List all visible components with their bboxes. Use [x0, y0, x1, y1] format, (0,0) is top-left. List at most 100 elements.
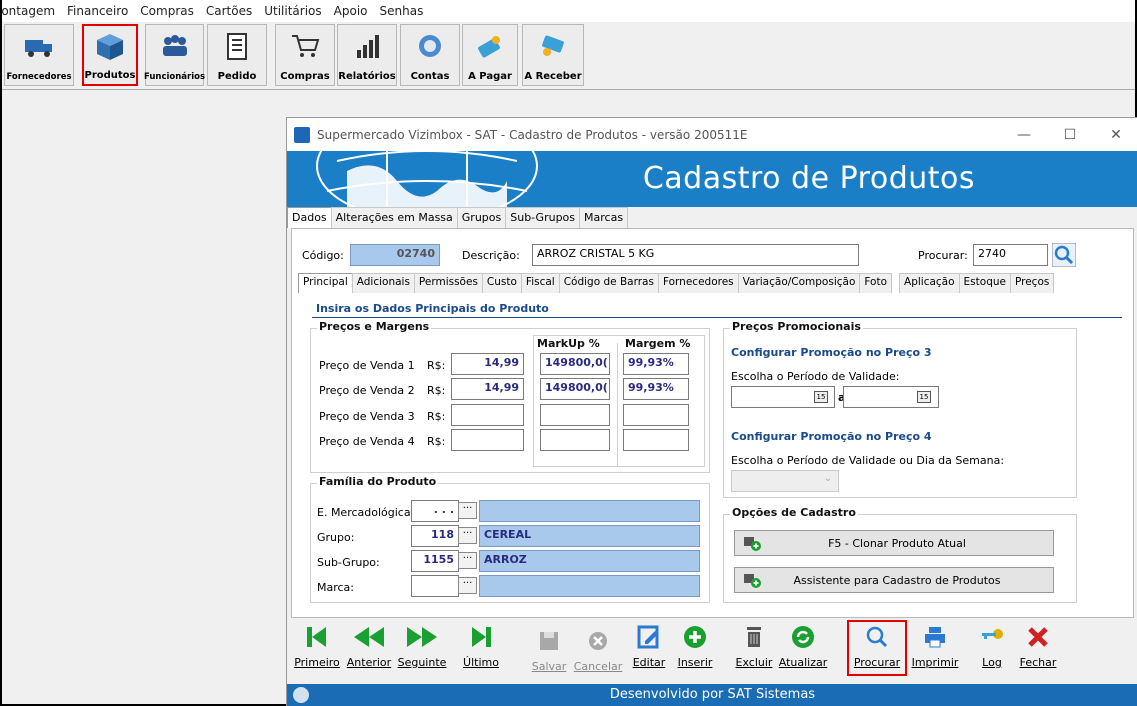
opcoes-title: Opções de Cadastro: [730, 506, 858, 519]
preco3-field[interactable]: [451, 404, 524, 426]
calendar-icon[interactable]: 15: [917, 391, 931, 403]
menu-montagem[interactable]: lontagem: [0, 4, 61, 18]
menu-cartoes[interactable]: Cartões: [200, 4, 258, 18]
tab-precos[interactable]: Preços: [1009, 273, 1055, 293]
marca-name: [479, 575, 700, 597]
excluir-button[interactable]: Excluir: [734, 624, 774, 669]
window-titlebar[interactable]: Supermercado Vizimbox - SAT - Cadastro d…: [287, 118, 1137, 151]
procurar-button[interactable]: Procurar: [847, 620, 907, 676]
toolbar-produtos-button[interactable]: Produtos: [82, 24, 138, 86]
margem4-field[interactable]: [623, 429, 689, 451]
menu-financeiro[interactable]: Financeiro: [61, 4, 134, 18]
margem2-field[interactable]: 99,93%: [623, 378, 689, 400]
tab-foto[interactable]: Foto: [859, 273, 893, 293]
preco1-field[interactable]: 14,99: [451, 353, 524, 375]
toolbar-contas-button[interactable]: Contas: [400, 24, 460, 86]
section-divider: [312, 317, 1122, 318]
promo-group: Preços Promocionais Configurar Promoção …: [723, 320, 1077, 498]
descricao-field[interactable]: ARROZ CRISTAL 5 KG: [532, 244, 859, 266]
status-footer: Desenvolvido por SAT Sistemas: [287, 684, 1137, 706]
seguinte-button[interactable]: Seguinte: [396, 624, 448, 669]
first-icon: [307, 627, 326, 647]
tab-custo[interactable]: Custo: [481, 273, 522, 293]
markup3-field[interactable]: [540, 404, 610, 426]
preco4-field[interactable]: [451, 429, 524, 451]
markup1-field[interactable]: 149800,0(: [540, 353, 610, 375]
preco2-cur: R$:: [427, 384, 446, 397]
menu-utilitarios[interactable]: Utilitários: [258, 4, 327, 18]
primeiro-label: Primeiro: [294, 656, 340, 669]
tab-grupos[interactable]: Grupos: [456, 207, 507, 228]
tab-dados[interactable]: Dados: [287, 207, 332, 228]
maximize-button[interactable]: ☐: [1047, 124, 1093, 146]
tab-estoque[interactable]: Estoque: [958, 273, 1011, 293]
inserir-button[interactable]: Inserir: [675, 624, 715, 669]
imprimir-button[interactable]: Imprimir: [911, 624, 959, 669]
markup4-field[interactable]: [540, 429, 610, 451]
clipboard-icon: [227, 33, 247, 60]
menu-senhas[interactable]: Senhas: [374, 4, 430, 18]
editar-button[interactable]: Editar: [629, 624, 669, 669]
preco2-field[interactable]: 14,99: [451, 378, 524, 400]
markup2-field[interactable]: 149800,0(: [540, 378, 610, 400]
close-window-button[interactable]: ✕: [1093, 124, 1137, 146]
section-title: Insira os Dados Principais do Produto: [316, 302, 549, 315]
excluir-label: Excluir: [735, 656, 773, 669]
cancelar-button[interactable]: Cancelar: [574, 628, 622, 673]
toolbar-areceber-button[interactable]: A Receber: [522, 24, 584, 86]
procurar-field[interactable]: 2740: [973, 244, 1048, 266]
tab-codigo-barras[interactable]: Código de Barras: [558, 273, 659, 293]
tab-fiscal[interactable]: Fiscal: [520, 273, 560, 293]
minimize-button[interactable]: —: [1001, 124, 1047, 146]
promo4-select[interactable]: ⌄: [731, 470, 839, 492]
subgrupo-lookup-button[interactable]: ···: [458, 552, 477, 569]
margem3-field[interactable]: [623, 404, 689, 426]
toolbar-pedido-button[interactable]: Pedido: [207, 24, 267, 86]
next-icon: [407, 627, 437, 647]
primeiro-button[interactable]: Primeiro: [294, 624, 340, 669]
tab-subgrupos[interactable]: Sub-Grupos: [505, 207, 581, 228]
subgrupo-name: ARROZ: [479, 550, 700, 572]
grupo-code[interactable]: 118: [411, 525, 459, 547]
subgrupo-code[interactable]: 1155: [411, 550, 459, 572]
assistente-button[interactable]: Assistente para Cadastro de Produtos: [734, 567, 1054, 593]
tab-alteracoes[interactable]: Alterações em Massa: [330, 207, 458, 228]
log-label: Log: [982, 656, 1002, 669]
toolbar-fornecedores-button[interactable]: Fornecedores: [4, 24, 74, 86]
familia-group: Família do Produto E. Mercadológica: . .…: [310, 475, 710, 603]
preco4-cur: R$:: [427, 435, 446, 448]
tab-adicionais[interactable]: Adicionais: [351, 273, 415, 293]
cancel-icon: [589, 632, 607, 650]
emerc-code[interactable]: . . .: [411, 500, 459, 522]
menu-apoio[interactable]: Apoio: [328, 4, 374, 18]
toolbar-funcionarios-button[interactable]: Funcionários: [144, 24, 205, 86]
tab-marcas[interactable]: Marcas: [579, 207, 629, 228]
tab-permissoes[interactable]: Permissões: [413, 273, 483, 293]
toolbar-label: Pedido: [217, 71, 257, 82]
tab-variacao[interactable]: Variação/Composição: [737, 273, 861, 293]
grupo-lookup-button[interactable]: ···: [458, 527, 477, 544]
salvar-button[interactable]: Salvar: [529, 628, 569, 673]
clonar-button[interactable]: F5 - Clonar Produto Atual: [734, 530, 1054, 556]
toolbar-apagar-button[interactable]: A Pagar: [462, 24, 518, 86]
window-title: Supermercado Vizimbox - SAT - Cadastro d…: [317, 127, 748, 142]
codigo-field[interactable]: 02740: [350, 244, 440, 266]
toolbar-relatorios-button[interactable]: Relatórios: [337, 24, 397, 86]
anterior-button[interactable]: Anterior: [343, 624, 395, 669]
procurar-search-icon[interactable]: [1052, 243, 1076, 267]
toolbar-compras-button[interactable]: Compras: [275, 24, 335, 86]
emerc-lookup-button[interactable]: ···: [458, 502, 477, 519]
opcoes-group: Opções de Cadastro F5 - Clonar Produto A…: [723, 506, 1077, 603]
tab-fornecedores[interactable]: Fornecedores: [657, 273, 739, 293]
ultimo-button[interactable]: Último: [461, 624, 501, 669]
tab-aplicacao[interactable]: Aplicação: [899, 273, 960, 293]
tab-principal[interactable]: Principal: [298, 273, 353, 293]
margem1-field[interactable]: 99,93%: [623, 353, 689, 375]
marca-code[interactable]: [411, 575, 459, 597]
atualizar-button[interactable]: Atualizar: [779, 624, 827, 669]
marca-lookup-button[interactable]: ···: [458, 577, 477, 594]
fechar-button[interactable]: Fechar: [1018, 624, 1058, 669]
log-button[interactable]: Log: [972, 624, 1012, 669]
calendar-icon[interactable]: 15: [814, 391, 828, 403]
menu-compras[interactable]: Compras: [134, 4, 200, 18]
